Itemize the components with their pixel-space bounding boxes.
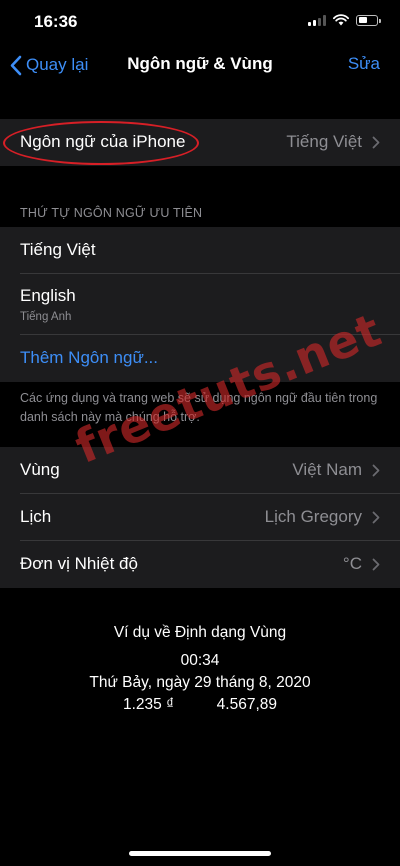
- region-label: Vùng: [20, 460, 60, 479]
- region-settings-group: Vùng Việt Nam Lịch Lịch Gregory Đơn vị N…: [0, 447, 400, 588]
- language-name: English: [20, 286, 76, 305]
- example-number: 4.567,89: [216, 696, 278, 713]
- language-row[interactable]: Tiếng Việt: [0, 227, 400, 274]
- calendar-label: Lịch: [20, 507, 52, 526]
- cellular-signal-icon: [308, 14, 326, 26]
- edit-button[interactable]: Sửa: [348, 54, 380, 74]
- calendar-value: Lịch Gregory: [264, 507, 362, 526]
- wifi-icon: [333, 14, 349, 26]
- example-time: 00:34: [180, 652, 220, 669]
- iphone-language-value: Tiếng Việt: [286, 132, 362, 151]
- chevron-right-icon: [372, 558, 380, 571]
- chevron-right-icon: [372, 464, 380, 477]
- page-title: Ngôn ngữ & Vùng: [127, 54, 273, 73]
- navigation-bar: Quay lại Ngôn ngữ & Vùng Sửa: [0, 44, 400, 88]
- add-language-button[interactable]: Thêm Ngôn ngữ...: [20, 348, 158, 368]
- temperature-unit-value: °C: [342, 554, 362, 573]
- example-title: Ví dụ về Định dạng Vùng: [113, 624, 287, 641]
- temperature-unit-label: Đơn vị Nhiệt độ: [20, 554, 138, 573]
- chevron-right-icon: [372, 511, 380, 524]
- language-subtitle: Tiếng Anh: [20, 311, 72, 323]
- status-icons: [308, 14, 381, 26]
- highlight-oval: [3, 121, 199, 165]
- temperature-unit-row[interactable]: Đơn vị Nhiệt độ °C: [0, 541, 400, 588]
- region-value: Việt Nam: [292, 460, 362, 479]
- status-bar: 16:36: [0, 0, 400, 44]
- status-time: 16:36: [34, 12, 78, 31]
- example-currency: 1.235 ₫: [122, 696, 175, 713]
- battery-icon: [356, 14, 381, 26]
- calendar-row[interactable]: Lịch Lịch Gregory: [0, 494, 400, 541]
- region-format-example: Ví dụ về Định dạng Vùng 00:34 Thứ Bảy, n…: [0, 622, 400, 716]
- home-indicator[interactable]: [129, 851, 271, 856]
- example-date: Thứ Bảy, ngày 29 tháng 8, 2020: [89, 674, 311, 691]
- example-numbers: 1.235 ₫ 4.567,89: [0, 694, 400, 716]
- region-row[interactable]: Vùng Việt Nam: [0, 447, 400, 494]
- chevron-right-icon: [372, 136, 380, 149]
- language-name: Tiếng Việt: [20, 240, 96, 259]
- preferred-languages-header: THỨ TỰ NGÔN NGỮ ƯU TIÊN: [20, 206, 203, 220]
